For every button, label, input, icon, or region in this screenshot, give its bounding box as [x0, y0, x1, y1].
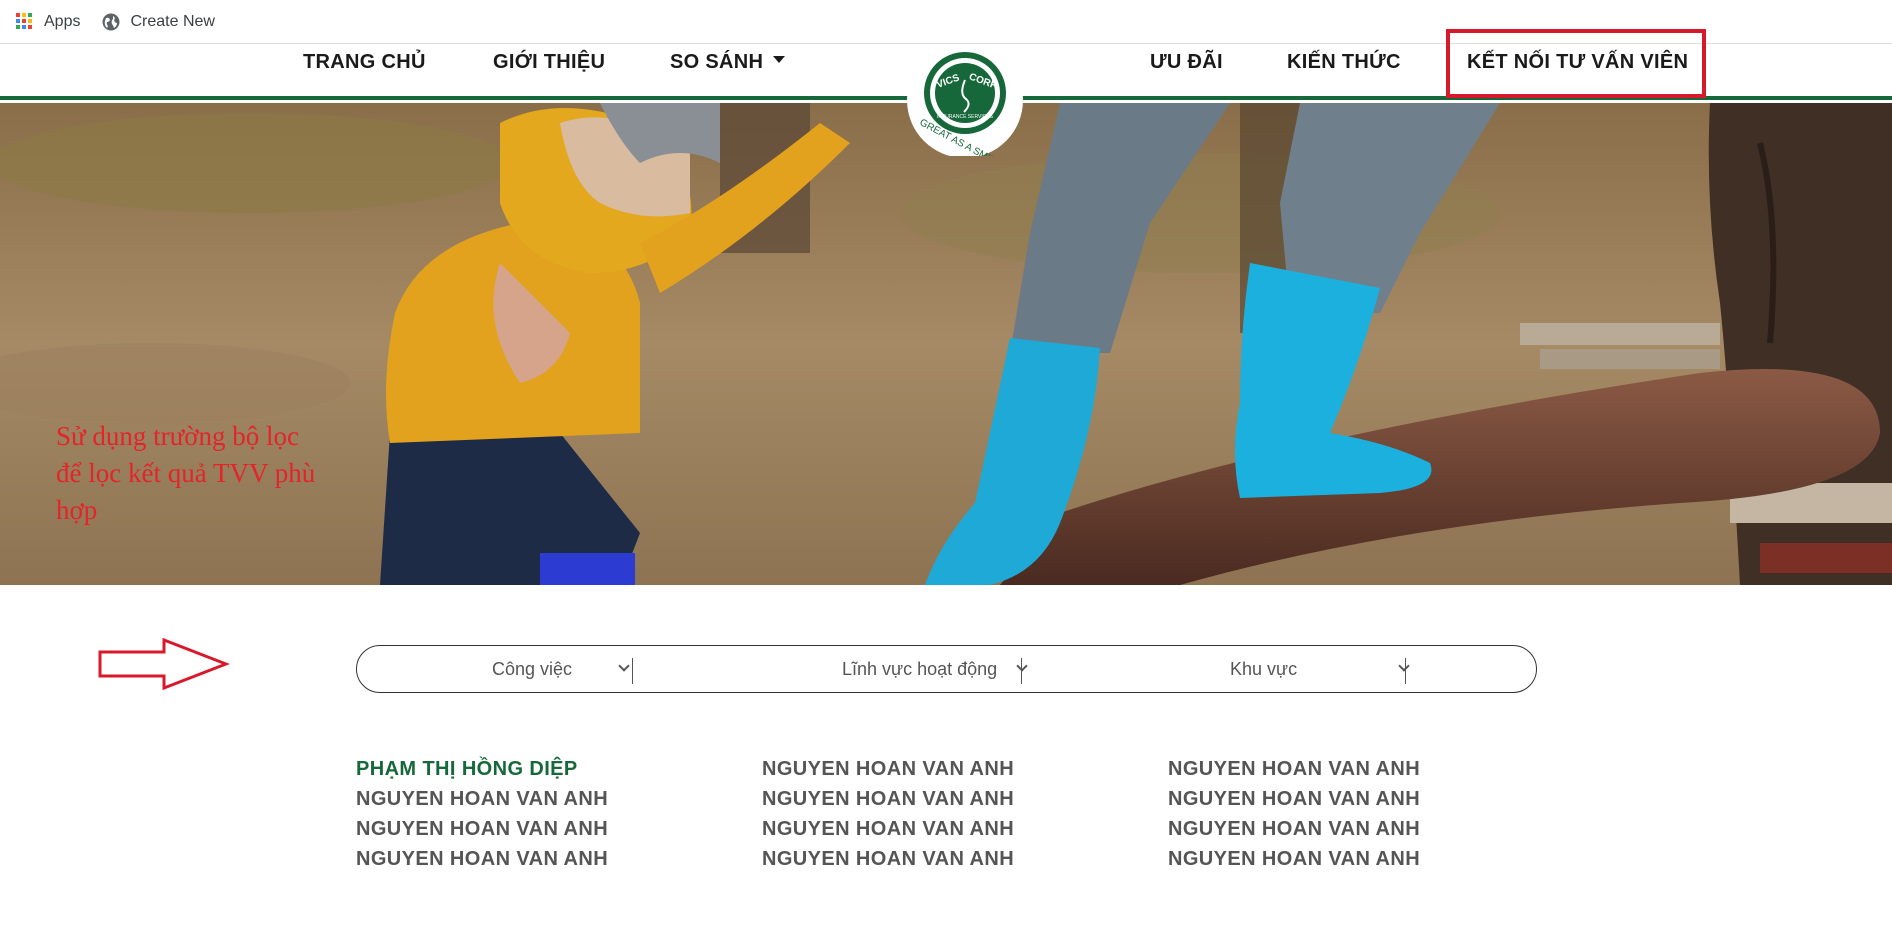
job-filter-select[interactable]: Công việc [492, 646, 632, 692]
advisor-name[interactable]: NGUYEN HOAN VAN ANH [1168, 818, 1420, 841]
advisor-name[interactable]: PHẠM THỊ HỒNG DIỆP [356, 758, 578, 781]
advisor-name[interactable]: NGUYEN HOAN VAN ANH [762, 758, 1014, 781]
region-filter-label: Khu vực [1230, 658, 1298, 679]
vics-corp-logo[interactable]: VICS CORP INSURANCE SERVICES GREAT AS A … [904, 42, 1026, 169]
advisor-name[interactable]: NGUYEN HOAN VAN ANH [762, 848, 1014, 871]
filter-divider [632, 658, 633, 684]
field-filter-select[interactable]: Lĩnh vực hoạt động [842, 646, 1032, 692]
nav-compare[interactable]: SO SÁNH [670, 51, 786, 74]
logo-ring-text: INSURANCE SERVICES [937, 114, 994, 120]
filter-divider [1021, 658, 1022, 684]
advisor-name[interactable]: NGUYEN HOAN VAN ANH [1168, 788, 1420, 811]
advisor-name[interactable]: NGUYEN HOAN VAN ANH [762, 788, 1014, 811]
nav-offers[interactable]: ƯU ĐÃI [1150, 51, 1223, 74]
field-filter-label: Lĩnh vực hoạt động [842, 658, 998, 679]
chevron-down-icon [1016, 660, 1028, 672]
advisor-name[interactable]: NGUYEN HOAN VAN ANH [356, 818, 608, 841]
create-new-label: Create New [130, 12, 215, 30]
create-new-bookmark[interactable]: Create New [102, 12, 215, 31]
apps-grid-icon [16, 12, 34, 31]
region-filter-select[interactable]: Khu vực [1230, 646, 1415, 692]
globe-icon [102, 13, 120, 31]
advisor-name[interactable]: NGUYEN HOAN VAN ANH [1168, 848, 1420, 871]
filter-annotation-text: Sử dụng trường bộ lọc để lọc kết quả TVV… [56, 421, 316, 525]
apps-bookmark[interactable]: Apps [16, 12, 81, 31]
highlight-box [1446, 29, 1706, 98]
advisor-name[interactable]: NGUYEN HOAN VAN ANH [356, 788, 608, 811]
advisor-name[interactable]: NGUYEN HOAN VAN ANH [762, 818, 1014, 841]
advisor-name[interactable]: NGUYEN HOAN VAN ANH [356, 848, 608, 871]
filter-divider [1405, 658, 1406, 684]
chevron-down-icon [618, 660, 630, 672]
advisor-name[interactable]: NGUYEN HOAN VAN ANH [1168, 758, 1420, 781]
apps-label: Apps [44, 12, 81, 30]
chevron-down-icon [1398, 660, 1410, 672]
nav-home[interactable]: TRANG CHỦ [303, 51, 426, 74]
advisor-filter-bar: Công việc Lĩnh vực hoạt động Khu vực [356, 645, 1537, 693]
caret-down-icon [773, 56, 786, 64]
nav-knowledge[interactable]: KIẾN THỨC [1287, 51, 1401, 74]
job-filter-label: Công việc [492, 658, 573, 679]
nav-compare-label: SO SÁNH [670, 51, 764, 73]
nav-about[interactable]: GIỚI THIỆU [493, 51, 605, 74]
right-arrow-icon [98, 638, 230, 690]
